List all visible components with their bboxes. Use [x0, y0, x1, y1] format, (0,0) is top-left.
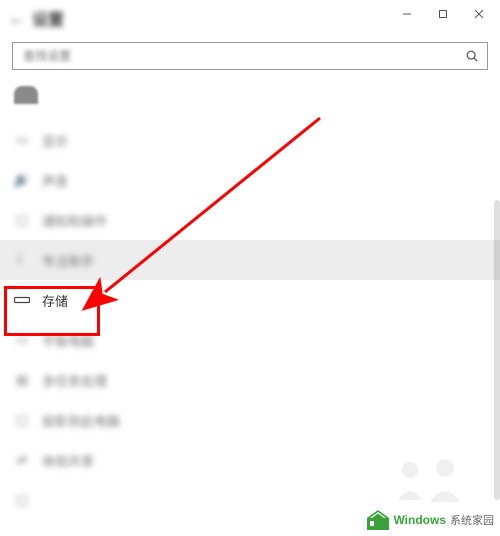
sidebar-item-display[interactable]: ▭ 显示 — [0, 120, 500, 160]
title-bar — [400, 0, 500, 28]
storage-icon — [14, 292, 30, 308]
watermark-suffix: 系统家园 — [450, 512, 494, 528]
sidebar-item-label: 显示 — [42, 131, 68, 150]
watermark-brand: Windows — [393, 513, 446, 527]
focus-icon: ☾ — [14, 252, 30, 268]
generic-icon: ▢ — [14, 492, 30, 508]
sidebar-item-label: 平板电脑 — [42, 331, 94, 350]
search-box[interactable] — [12, 42, 488, 70]
tablet-icon: ▭ — [14, 332, 30, 348]
sidebar-item-tablet[interactable]: ▭ 平板电脑 — [0, 320, 500, 360]
sidebar-item-sound[interactable]: 🔊 声音 — [0, 160, 500, 200]
account-avatar[interactable] — [14, 86, 38, 104]
minimize-button[interactable] — [400, 7, 414, 21]
sidebar-item-label: 体验共享 — [42, 451, 94, 470]
sidebar-item-label: 存储 — [42, 291, 68, 310]
sidebar-item-label: 通知和操作 — [42, 211, 107, 230]
watermark: Windows 系统家园 — [367, 510, 494, 530]
display-icon: ▭ — [14, 132, 30, 148]
notify-icon: ▢ — [14, 212, 30, 228]
multitask-icon: ▤ — [14, 372, 30, 388]
sidebar-item-label: 多任务处理 — [42, 371, 107, 390]
sidebar-item-label: 专注助手 — [42, 251, 94, 270]
settings-window: ← 设置 ▭ 显示 🔊 声音 ▢ 通知和操作 ☾ 专注助手 — [0, 0, 500, 536]
sidebar-item-label — [42, 491, 81, 510]
watermark-logo-icon — [367, 510, 389, 530]
sidebar-item-focus[interactable]: ☾ 专注助手 — [0, 240, 500, 280]
sidebar-item-notify[interactable]: ▢ 通知和操作 — [0, 200, 500, 240]
sidebar-item-storage[interactable]: 存储 — [0, 280, 500, 320]
search-input[interactable] — [21, 48, 465, 64]
decorative-people-graphic — [390, 452, 470, 502]
project-icon: ▢ — [14, 412, 30, 428]
page-title: 设置 — [32, 6, 64, 30]
sidebar-item-label: 投影到此电脑 — [42, 411, 120, 430]
close-button[interactable] — [472, 7, 486, 21]
scrollbar[interactable] — [494, 200, 500, 500]
search-icon — [465, 49, 479, 63]
maximize-button[interactable] — [436, 7, 450, 21]
back-button[interactable]: ← — [8, 8, 26, 29]
sidebar-item-multitask[interactable]: ▤ 多任务处理 — [0, 360, 500, 400]
sidebar-item-project[interactable]: ▢ 投影到此电脑 — [0, 400, 500, 440]
sound-icon: 🔊 — [14, 172, 30, 188]
sidebar-item-label: 声音 — [42, 171, 68, 190]
shared-icon: ⇄ — [14, 452, 30, 468]
window-header: ← 设置 — [8, 6, 64, 30]
